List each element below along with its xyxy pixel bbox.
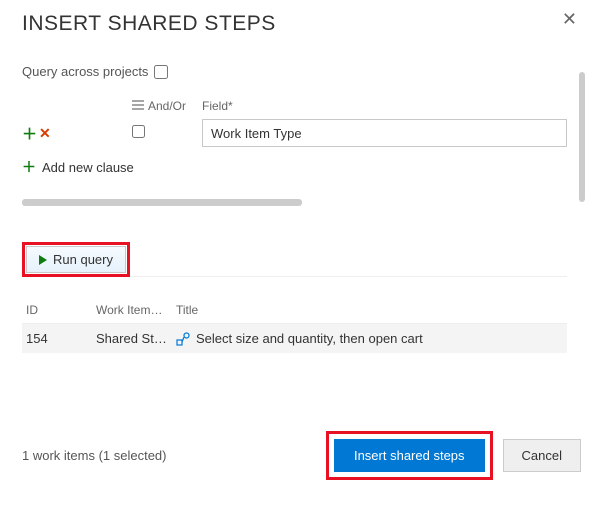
col-id[interactable]: ID bbox=[26, 303, 96, 317]
query-across-projects-checkbox[interactable] bbox=[154, 65, 168, 79]
horizontal-scrollbar[interactable] bbox=[22, 199, 302, 206]
cell-type: Shared St… bbox=[96, 331, 176, 346]
results-header: ID Work Item… Title bbox=[22, 297, 567, 324]
close-icon[interactable]: ✕ bbox=[562, 10, 577, 28]
vertical-scrollbar[interactable] bbox=[579, 72, 585, 202]
remove-clause-icon[interactable]: ✕ bbox=[39, 125, 51, 142]
insert-shared-steps-dialog: ✕ INSERT SHARED STEPS Query across proje… bbox=[0, 0, 595, 506]
andor-checkbox[interactable] bbox=[132, 125, 145, 138]
col-type[interactable]: Work Item… bbox=[96, 303, 176, 317]
highlight-annotation: Insert shared steps bbox=[326, 431, 493, 480]
add-clause-icon[interactable]: ＋ bbox=[22, 123, 37, 144]
query-across-projects[interactable]: Query across projects bbox=[22, 64, 567, 79]
query-across-projects-label: Query across projects bbox=[22, 64, 148, 79]
cell-title: Select size and quantity, then open cart bbox=[196, 331, 423, 346]
highlight-annotation: Run query bbox=[22, 242, 130, 277]
query-clause-row: ＋ ✕ bbox=[22, 119, 567, 147]
field-input[interactable] bbox=[202, 119, 567, 147]
query-headers: And/Or Field* bbox=[22, 99, 567, 115]
query-builder-area: Query across projects And/Or Field* ＋ ✕ bbox=[22, 64, 595, 353]
selection-status: 1 work items (1 selected) bbox=[22, 448, 167, 463]
dialog-footer: 1 work items (1 selected) Insert shared … bbox=[22, 431, 581, 480]
results-table: ID Work Item… Title 154 Shared St… Selec… bbox=[22, 297, 567, 353]
table-row[interactable]: 154 Shared St… Select size and quantity,… bbox=[22, 324, 567, 353]
add-new-clause-button[interactable]: ＋ Add new clause bbox=[22, 157, 567, 177]
dialog-title: INSERT SHARED STEPS bbox=[22, 12, 595, 36]
list-icon bbox=[132, 99, 144, 113]
run-query-label: Run query bbox=[53, 252, 113, 267]
andor-header: And/Or bbox=[148, 99, 186, 113]
cell-id: 154 bbox=[26, 331, 96, 346]
insert-shared-steps-button[interactable]: Insert shared steps bbox=[334, 439, 485, 472]
field-header: Field* bbox=[202, 99, 567, 113]
plus-icon: ＋ bbox=[22, 157, 36, 177]
play-icon bbox=[39, 255, 47, 265]
col-title[interactable]: Title bbox=[176, 303, 563, 317]
cancel-button[interactable]: Cancel bbox=[503, 439, 581, 472]
add-new-clause-label: Add new clause bbox=[42, 160, 134, 175]
run-query-button[interactable]: Run query bbox=[26, 246, 126, 273]
shared-steps-icon bbox=[176, 332, 190, 346]
